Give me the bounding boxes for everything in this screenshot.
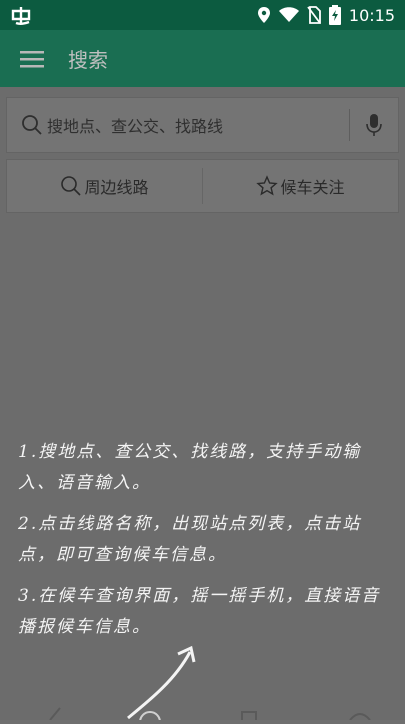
waiting-follow-button[interactable]: 候车关注 [203, 160, 398, 212]
star-icon [256, 175, 279, 196]
search-icon [22, 115, 42, 135]
guide-line-3: 3.在候车查询界面，摇一摇手机，直接语音播报候车信息。 [18, 586, 381, 637]
status-bar: 10:15 [0, 0, 405, 30]
nearby-routes-button[interactable]: 周边线路 [7, 160, 202, 212]
nearby-routes-label: 周边线路 [84, 178, 149, 197]
location-icon [257, 7, 270, 23]
usage-guide: 1.搜地点、查公交、找线路，支持手动输入、语音输入。 2.点击线路名称，出现站点… [18, 437, 388, 653]
status-time: 10:15 [348, 5, 395, 25]
no-sim-icon [307, 6, 321, 24]
guide-line-2: 2.点击线路名称，出现站点列表，点击站点，即可查询候车信息。 [18, 514, 362, 565]
microphone-icon[interactable] [350, 98, 398, 152]
app-logo-icon [10, 4, 32, 31]
quick-actions: 周边线路 候车关注 [6, 159, 399, 213]
hamburger-menu-icon[interactable] [8, 35, 56, 83]
page-title: 搜索 [68, 48, 108, 72]
search-bar[interactable]: 搜地点、查公交、找路线 [6, 97, 399, 153]
search-icon [61, 176, 82, 196]
search-input[interactable]: 搜地点、查公交、找路线 [47, 113, 349, 137]
waiting-follow-label: 候车关注 [280, 178, 345, 197]
bottom-nav-hint [0, 700, 405, 724]
battery-charging-icon [328, 5, 341, 25]
status-icons: 10:15 [257, 5, 395, 25]
app-bar: 搜索 [0, 30, 405, 87]
wifi-icon [278, 7, 299, 22]
guide-line-1: 1.搜地点、查公交、找线路，支持手动输入、语音输入。 [18, 442, 362, 493]
